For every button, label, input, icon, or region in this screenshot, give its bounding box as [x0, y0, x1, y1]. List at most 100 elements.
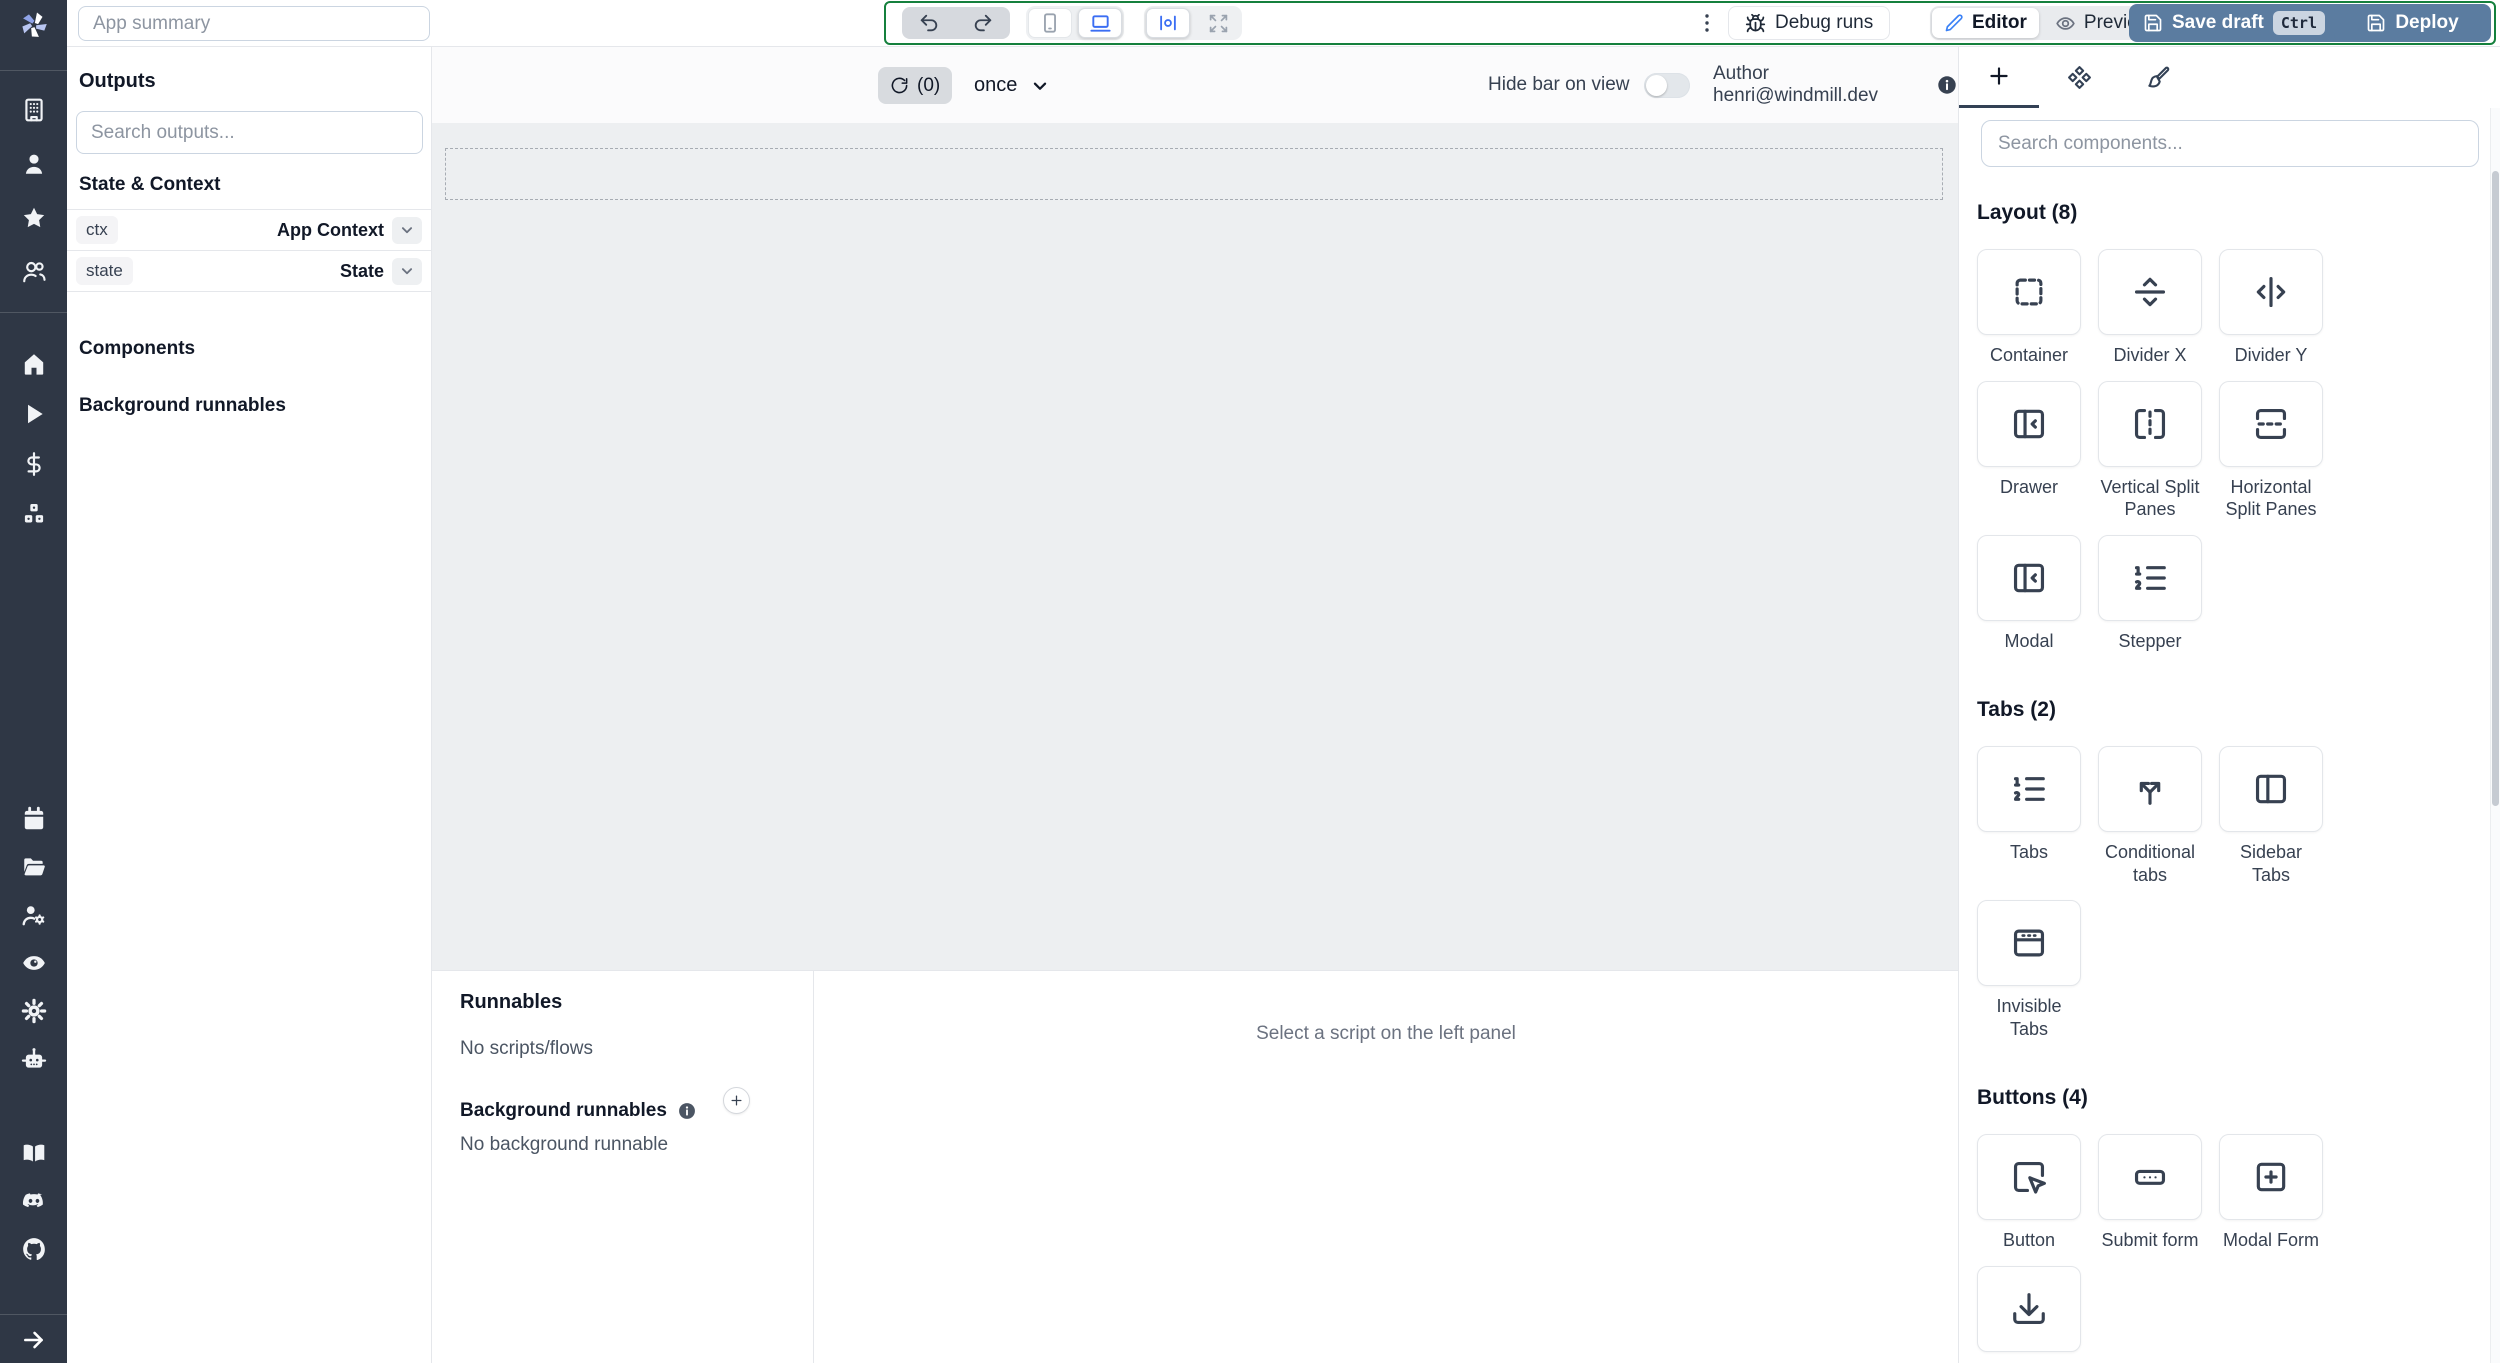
component-download-button[interactable]: Download Button	[1977, 1265, 2081, 1363]
sidebar-item-users-cog[interactable]	[0, 891, 67, 939]
building-icon	[24, 98, 43, 122]
folder-open-icon	[23, 858, 45, 876]
sidebar-item-eye[interactable]	[0, 939, 67, 987]
canvas-drop-zone[interactable]	[445, 148, 1943, 200]
sidebar-item-users[interactable]	[0, 245, 67, 299]
component-card[interactable]	[2219, 380, 2323, 467]
desktop-view-button[interactable]	[1078, 8, 1122, 38]
expand-output-button[interactable]	[392, 216, 422, 244]
align-center-icon	[1157, 12, 1179, 34]
conditional-tabs-icon	[2139, 781, 2161, 805]
component-tabs[interactable]: Tabs	[1977, 746, 2081, 886]
component-label: Button	[2002, 1230, 2056, 1250]
hide-bar-toggle[interactable]	[1643, 72, 1690, 98]
component-card[interactable]	[1977, 380, 2081, 467]
refresh-mode-dropdown[interactable]: once	[974, 67, 1051, 104]
component-conditional-tabs[interactable]: Conditional tabs	[2098, 746, 2202, 886]
component-card[interactable]	[1977, 746, 2081, 832]
star-icon	[23, 207, 44, 228]
component-modal-form[interactable]: Modal Form	[2219, 1134, 2323, 1252]
component-sidebar-tabs[interactable]: Sidebar Tabs	[2219, 746, 2323, 886]
more-menu-button[interactable]	[1691, 3, 1723, 43]
state-row-ctx[interactable]: ctx App Context	[67, 209, 431, 251]
component-card[interactable]	[1977, 534, 2081, 621]
save-icon	[2366, 13, 2386, 33]
component-card[interactable]	[1977, 900, 2081, 986]
plus-icon	[1986, 63, 2012, 89]
component-card[interactable]	[2219, 746, 2323, 832]
undo-icon	[920, 14, 938, 32]
tab-component-settings[interactable]	[2039, 47, 2119, 108]
tab-styling[interactable]	[2119, 47, 2199, 108]
add-background-runnable-button[interactable]	[723, 1087, 750, 1114]
component-button[interactable]: Button	[1977, 1134, 2081, 1252]
sidebar-item-discord[interactable]	[0, 1177, 67, 1225]
component-card[interactable]	[1977, 1134, 2081, 1220]
component-card[interactable]	[2219, 1134, 2323, 1220]
component-vsplit[interactable]: Vertical Split Panes	[2098, 380, 2202, 521]
editor-tab-button[interactable]: Editor	[1932, 8, 2039, 38]
component-card[interactable]	[1977, 1265, 2081, 1352]
eye-outline-icon	[2056, 16, 2075, 30]
redo-button[interactable]	[956, 7, 1010, 39]
windmill-logo[interactable]	[0, 0, 67, 71]
sidebar-item-home[interactable]	[0, 339, 67, 389]
deploy-label: Deploy	[2395, 12, 2459, 33]
sidebar-item-calendar[interactable]	[0, 795, 67, 843]
sidebar-item-building[interactable]	[0, 83, 67, 137]
sidebar-item-github[interactable]	[0, 1225, 67, 1273]
app-summary-input[interactable]	[78, 6, 430, 41]
state-row-state[interactable]: state State	[67, 251, 431, 292]
component-card[interactable]	[2098, 249, 2202, 335]
component-hsplit[interactable]: Horizontal Split Panes	[2219, 380, 2323, 521]
component-card[interactable]	[2098, 1134, 2202, 1220]
component-card[interactable]	[2098, 380, 2202, 467]
component-divider-y[interactable]: Divider Y	[2219, 249, 2323, 367]
expand-output-button[interactable]	[392, 257, 422, 285]
component-invisible-tabs[interactable]: Invisible Tabs	[1977, 900, 2081, 1040]
sidebar-item-star[interactable]	[0, 191, 67, 245]
sidebar-item-bot[interactable]	[0, 1035, 67, 1083]
component-card[interactable]	[2098, 746, 2202, 832]
component-card[interactable]	[1977, 249, 2081, 335]
scrollbar-thumb[interactable]	[2492, 171, 2499, 806]
mobile-view-button[interactable]	[1028, 8, 1072, 38]
center-content-button[interactable]	[1146, 8, 1190, 38]
expand-icon	[1209, 14, 1227, 32]
info-icon[interactable]	[677, 1101, 697, 1121]
sidebar-item-user[interactable]	[0, 137, 67, 191]
component-label: Conditional tabs	[2104, 842, 2196, 885]
sidebar-item-play[interactable]	[0, 389, 67, 439]
deploy-button[interactable]: Deploy	[2334, 4, 2491, 42]
refresh-count-button[interactable]: (0)	[878, 67, 953, 104]
background-empty-text: No background runnable	[460, 1134, 669, 1155]
component-submit-form[interactable]: Submit form	[2098, 1134, 2202, 1252]
info-icon[interactable]	[1936, 74, 1958, 96]
tab-insert-component[interactable]	[1959, 47, 2039, 108]
sidebar-item-book-open[interactable]	[0, 1129, 67, 1177]
component-label: Divider X	[2113, 345, 2187, 365]
undo-button[interactable]	[902, 7, 956, 39]
sidebar-item-settings[interactable]	[0, 987, 67, 1035]
component-stepper[interactable]: Stepper	[2098, 534, 2202, 653]
search-components-input[interactable]	[1981, 120, 2479, 167]
component-card[interactable]	[2219, 249, 2323, 335]
debug-runs-button[interactable]: Debug runs	[1728, 6, 1891, 40]
chevron-down-icon	[401, 268, 413, 275]
app-canvas[interactable]	[432, 123, 1958, 970]
search-outputs-input[interactable]	[76, 111, 423, 154]
component-modal[interactable]: Modal	[1977, 534, 2081, 653]
windmill-logo-icon	[21, 12, 47, 37]
sidebar-item-boxes[interactable]	[0, 489, 67, 539]
sidebar-item-dollar-sign[interactable]	[0, 439, 67, 489]
fullwidth-button[interactable]	[1196, 8, 1240, 38]
scrollbar-track[interactable]	[2490, 108, 2500, 1363]
component-card[interactable]	[2098, 534, 2202, 621]
sidebar-expand-button[interactable]	[0, 1314, 67, 1353]
sidebar-item-folder-open[interactable]	[0, 843, 67, 891]
component-container[interactable]: Container	[1977, 249, 2081, 367]
kebab-menu-icon	[1695, 11, 1719, 35]
component-drawer[interactable]: Drawer	[1977, 380, 2081, 521]
component-divider-x[interactable]: Divider X	[2098, 249, 2202, 367]
stepper-icon	[2134, 565, 2166, 590]
